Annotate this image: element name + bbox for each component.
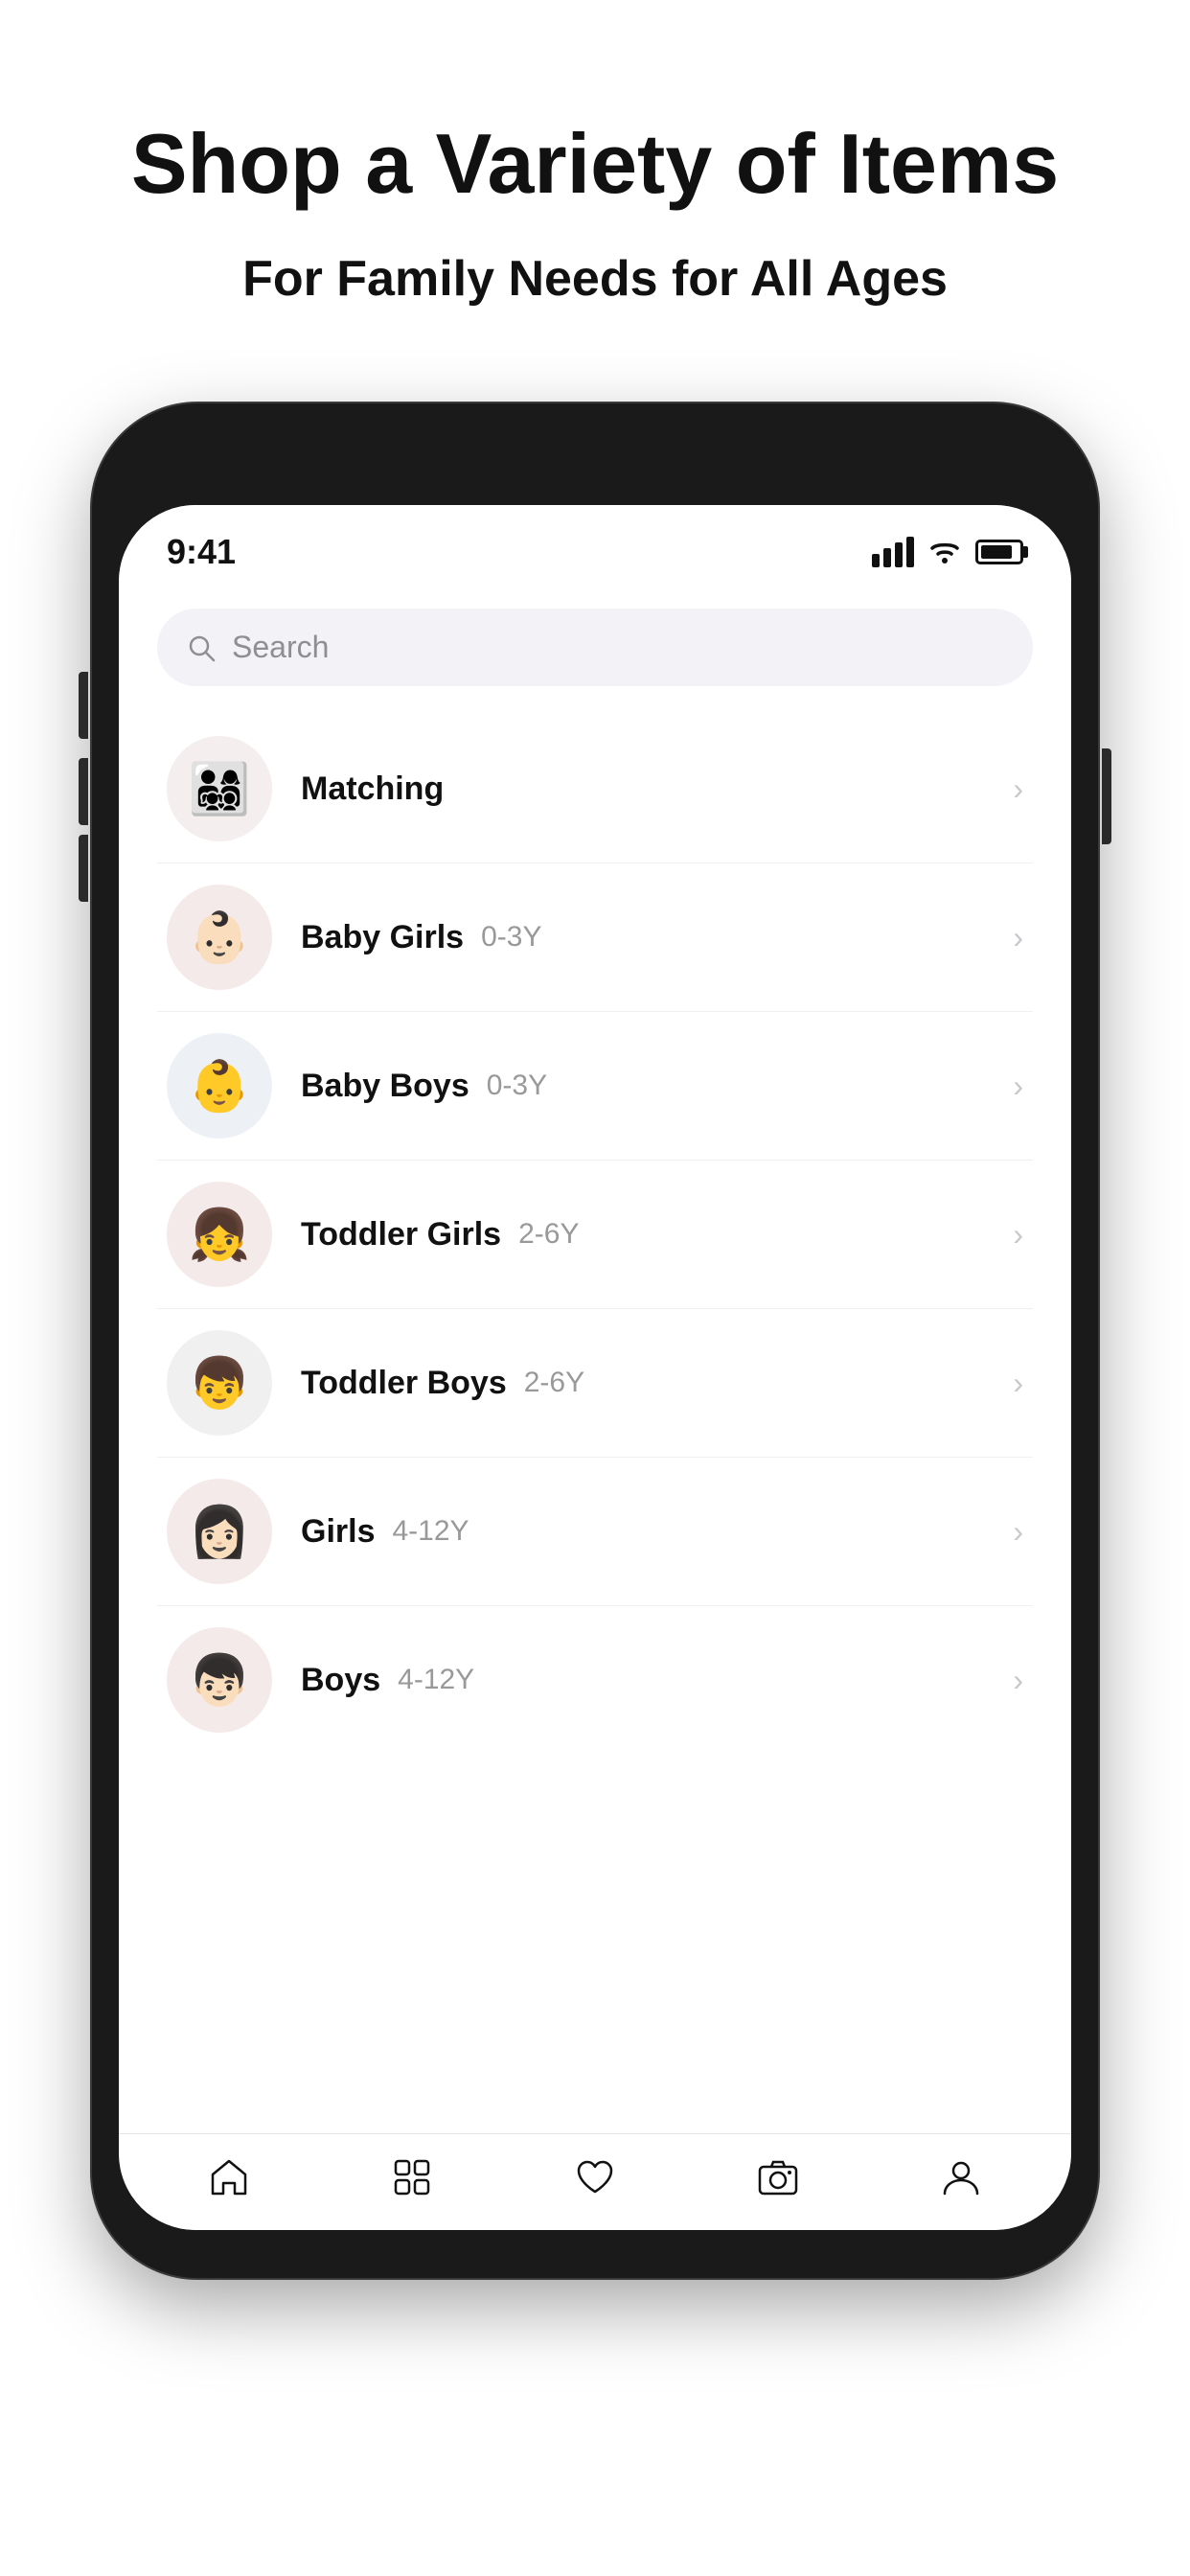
chevron-icon-baby-girls: ›	[1013, 920, 1023, 955]
category-item-toddler-boys[interactable]: 👦 Toddler Boys 2-6Y ›	[157, 1309, 1033, 1458]
phone-frame: 9:41	[92, 403, 1098, 2278]
status-icons	[872, 537, 1023, 567]
chevron-icon-girls: ›	[1013, 1514, 1023, 1550]
category-item-toddler-girls[interactable]: 👧 Toddler Girls 2-6Y ›	[157, 1161, 1033, 1309]
chevron-icon-toddler-girls: ›	[1013, 1217, 1023, 1253]
nav-home[interactable]	[205, 2153, 253, 2201]
search-icon	[186, 632, 217, 663]
category-item-girls[interactable]: 👩🏻 Girls 4-12Y ›	[157, 1458, 1033, 1606]
category-name-matching: Matching	[301, 770, 444, 808]
status-bar: 9:41	[119, 505, 1071, 589]
category-age-baby-girls: 0-3Y	[481, 921, 541, 954]
search-bar[interactable]: Search	[157, 609, 1033, 686]
category-avatar-matching: 👨‍👩‍👧‍👦	[167, 736, 272, 841]
wifi-icon	[927, 539, 962, 565]
heart-icon	[571, 2153, 619, 2201]
category-item-baby-boys[interactable]: 👶 Baby Boys 0-3Y ›	[157, 1012, 1033, 1161]
page-header: Shop a Variety of Items For Family Needs…	[0, 0, 1190, 365]
grid-icon	[388, 2153, 436, 2201]
category-info-matching: Matching	[301, 770, 1013, 808]
category-info-baby-girls: Baby Girls 0-3Y	[301, 919, 1013, 956]
chevron-icon-toddler-boys: ›	[1013, 1366, 1023, 1401]
bottom-nav	[119, 2133, 1071, 2230]
nav-profile[interactable]	[937, 2153, 985, 2201]
category-name-toddler-boys: Toddler Boys	[301, 1365, 507, 1402]
nav-categories[interactable]	[388, 2153, 436, 2201]
category-name-girls: Girls	[301, 1513, 375, 1551]
category-avatar-baby-boys: 👶	[167, 1033, 272, 1138]
page-subtitle: For Family Needs for All Ages	[77, 250, 1113, 308]
chevron-icon-baby-boys: ›	[1013, 1069, 1023, 1104]
status-time: 9:41	[167, 532, 236, 572]
category-avatar-toddler-girls: 👧	[167, 1182, 272, 1287]
category-name-baby-boys: Baby Boys	[301, 1068, 469, 1105]
category-item-boys[interactable]: 👦🏻 Boys 4-12Y ›	[157, 1606, 1033, 1754]
camera-icon	[754, 2153, 802, 2201]
category-list: 👨‍👩‍👧‍👦 Matching › 👶🏻 Baby Girls 0-3Y › …	[157, 715, 1033, 1754]
category-age-toddler-girls: 2-6Y	[518, 1218, 579, 1251]
phone-notch	[480, 451, 710, 486]
category-item-baby-girls[interactable]: 👶🏻 Baby Girls 0-3Y ›	[157, 863, 1033, 1012]
category-info-boys: Boys 4-12Y	[301, 1662, 1013, 1699]
nav-wishlist[interactable]	[571, 2153, 619, 2201]
category-item-matching[interactable]: 👨‍👩‍👧‍👦 Matching ›	[157, 715, 1033, 863]
category-name-baby-girls: Baby Girls	[301, 919, 464, 956]
nav-scan[interactable]	[754, 2153, 802, 2201]
category-avatar-boys: 👦🏻	[167, 1627, 272, 1733]
category-name-toddler-girls: Toddler Girls	[301, 1216, 501, 1254]
page-title: Shop a Variety of Items	[77, 115, 1113, 212]
category-info-toddler-girls: Toddler Girls 2-6Y	[301, 1216, 1013, 1254]
category-age-boys: 4-12Y	[398, 1664, 474, 1696]
category-avatar-toddler-boys: 👦	[167, 1330, 272, 1436]
category-age-girls: 4-12Y	[392, 1515, 469, 1548]
category-age-toddler-boys: 2-6Y	[524, 1367, 584, 1399]
signal-icon	[872, 537, 914, 567]
category-avatar-girls: 👩🏻	[167, 1479, 272, 1584]
screen-content: Search 👨‍👩‍👧‍👦 Matching › 👶🏻 Baby Girls …	[119, 589, 1071, 1869]
category-name-boys: Boys	[301, 1662, 380, 1699]
phone-mockup: 9:41	[92, 403, 1098, 2278]
battery-icon	[975, 540, 1023, 564]
category-avatar-baby-girls: 👶🏻	[167, 885, 272, 990]
category-info-girls: Girls 4-12Y	[301, 1513, 1013, 1551]
category-info-baby-boys: Baby Boys 0-3Y	[301, 1068, 1013, 1105]
phone-screen: 9:41	[119, 505, 1071, 2230]
category-info-toddler-boys: Toddler Boys 2-6Y	[301, 1365, 1013, 1402]
chevron-icon-matching: ›	[1013, 771, 1023, 807]
category-age-baby-boys: 0-3Y	[487, 1070, 547, 1102]
search-placeholder: Search	[232, 630, 329, 665]
person-icon	[937, 2153, 985, 2201]
chevron-icon-boys: ›	[1013, 1663, 1023, 1698]
home-icon	[205, 2153, 253, 2201]
